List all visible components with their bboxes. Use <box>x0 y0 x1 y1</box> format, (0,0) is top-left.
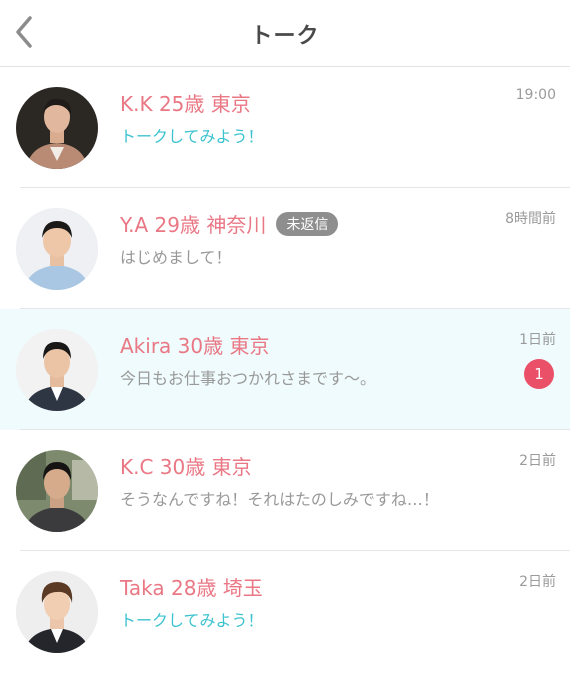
avatar <box>16 450 98 532</box>
conversation-row[interactable]: K.K 25歳 東京 トークしてみよう！ 19:00 <box>0 67 570 188</box>
avatar <box>16 571 98 653</box>
conversation-time: 8時間前 <box>505 211 556 227</box>
header: トーク <box>0 0 570 67</box>
avatar <box>16 329 98 411</box>
conversation-name: Akira 30歳 東京 <box>120 334 270 358</box>
avatar <box>16 87 98 169</box>
conversation-message: はじめまして！ <box>120 248 232 267</box>
conversation-row[interactable]: K.C 30歳 東京 そうなんですね！それはたのしみですね…！ 2日前 <box>0 430 570 551</box>
unreplied-badge: 未返信 <box>276 212 339 236</box>
unread-count-badge: 1 <box>524 359 554 389</box>
conversation-message: そうなんですね！それはたのしみですね…！ <box>120 490 439 509</box>
avatar <box>16 208 98 290</box>
conversation-message: トークしてみよう！ <box>120 611 264 630</box>
conversation-time: 1日前 <box>519 332 556 348</box>
conversation-name: Taka 28歳 埼玉 <box>120 576 263 600</box>
conversation-time: 2日前 <box>519 574 556 590</box>
conversation-name: K.K 25歳 東京 <box>120 92 251 116</box>
conversation-time: 19:00 <box>515 87 556 103</box>
conversation-message: 今日もお仕事おつかれさまです〜。 <box>120 369 377 388</box>
conversation-name: K.C 30歳 東京 <box>120 455 252 479</box>
page-title: トーク <box>250 24 320 49</box>
conversation-row[interactable]: Akira 30歳 東京 今日もお仕事おつかれさまです〜。 1日前 1 <box>0 309 570 430</box>
conversation-time: 2日前 <box>519 453 556 469</box>
conversation-list: K.K 25歳 東京 トークしてみよう！ 19:00 Y.A 29歳 神奈川 未返… <box>0 67 570 672</box>
conversation-message: トークしてみよう！ <box>120 127 264 146</box>
conversation-name: Y.A 29歳 神奈川 未返信 <box>120 209 339 238</box>
conversation-row[interactable]: Y.A 29歳 神奈川 未返信 はじめまして！ 8時間前 <box>0 188 570 309</box>
conversation-row[interactable]: Taka 28歳 埼玉 トークしてみよう！ 2日前 <box>0 551 570 672</box>
